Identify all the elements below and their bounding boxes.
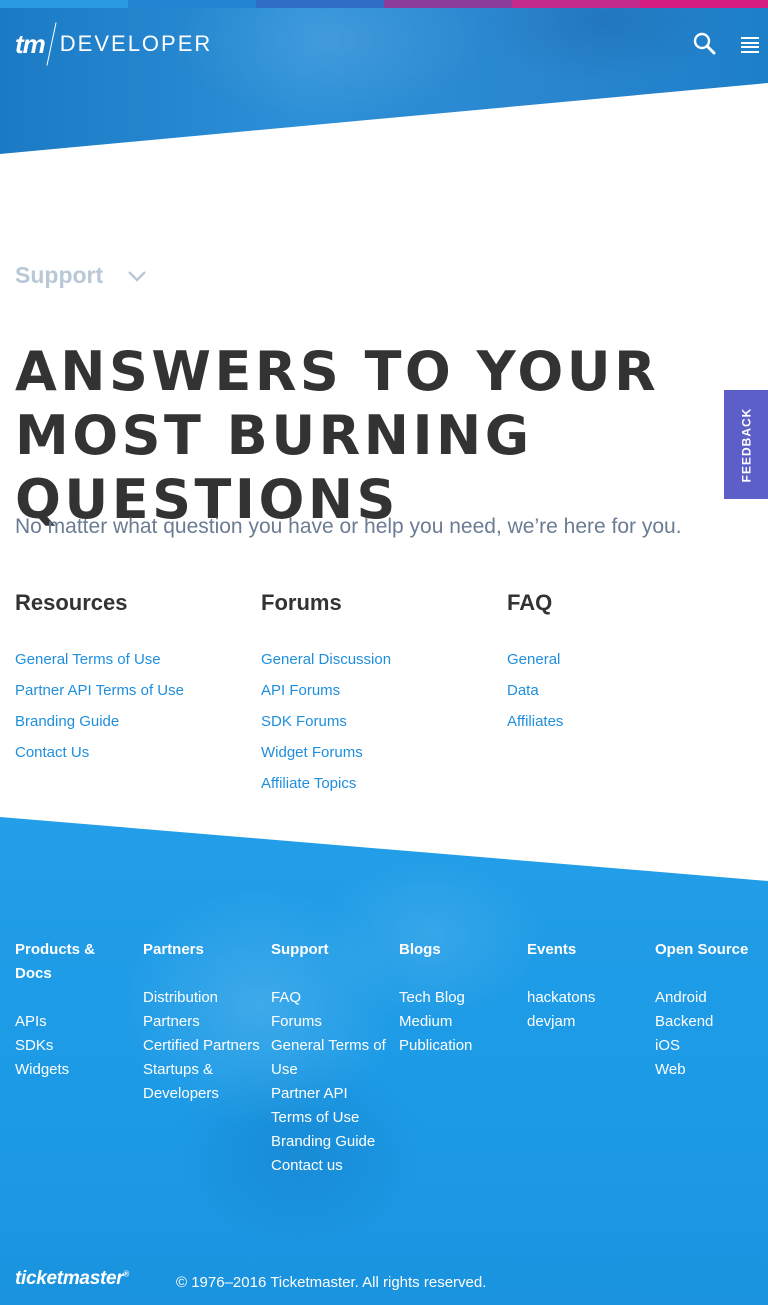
footer-column-partners: Partners Distribution Partners Certified… <box>143 938 261 1106</box>
footer-column-title: Events <box>527 941 577 958</box>
footer-link[interactable]: Tech Blog <box>399 986 517 1010</box>
logo-divider <box>46 22 57 66</box>
column-title: Forums <box>261 590 342 615</box>
footer-link[interactable]: Distribution Partners <box>143 986 261 1034</box>
strip-segment <box>384 0 512 8</box>
strip-segment <box>0 0 128 8</box>
link-api-forums[interactable]: API Forums <box>261 675 501 706</box>
footer-link[interactable]: Android <box>655 986 765 1010</box>
link-general-discussion[interactable]: General Discussion <box>261 644 501 675</box>
strip-segment <box>512 0 640 8</box>
site-footer: Products & Docs APIs SDKs Widgets Partne… <box>0 817 768 1305</box>
logo-tm: tm <box>15 28 46 59</box>
footer-column-title: Open Source <box>655 941 749 958</box>
link-faq-affiliates[interactable]: Affiliates <box>507 706 747 737</box>
faq-column: FAQ General Data Affiliates <box>507 590 747 737</box>
footer-link[interactable]: Startups & Developers <box>143 1058 261 1106</box>
link-sdk-forums[interactable]: SDK Forums <box>261 706 501 737</box>
link-general-terms[interactable]: General Terms of Use <box>15 644 255 675</box>
footer-link[interactable]: Branding Guide <box>271 1130 389 1154</box>
link-faq-general[interactable]: General <box>507 644 747 675</box>
footer-column-title: Blogs <box>399 941 441 958</box>
site-header: tm DEVELOPER <box>0 0 768 154</box>
link-partner-api-terms[interactable]: Partner API Terms of Use <box>15 675 255 706</box>
footer-link[interactable]: Web <box>655 1058 765 1082</box>
section-dropdown-label: Support <box>15 262 104 288</box>
resources-column: Resources General Terms of Use Partner A… <box>15 590 255 768</box>
column-title: Resources <box>15 590 128 615</box>
footer-column-events: Events hackatons devjam <box>527 938 645 1034</box>
developer-logo[interactable]: tm DEVELOPER <box>15 22 212 66</box>
footer-column-open-source: Open Source Android Backend iOS Web <box>655 938 765 1082</box>
logo-developer: DEVELOPER <box>59 31 213 56</box>
footer-link[interactable]: Certified Partners <box>143 1034 261 1058</box>
footer-link[interactable]: FAQ <box>271 986 389 1010</box>
footer-link[interactable]: Backend <box>655 1010 765 1034</box>
ticketmaster-logo-text: ticketmaster <box>15 1268 124 1289</box>
hamburger-menu-icon[interactable] <box>741 37 759 53</box>
link-contact-us[interactable]: Contact Us <box>15 737 255 768</box>
footer-link[interactable]: Medium Publication <box>399 1010 517 1058</box>
search-icon[interactable] <box>692 31 718 57</box>
feedback-label: FEEDBACK <box>739 407 754 482</box>
footer-link[interactable]: Partner API Terms of Use <box>271 1082 389 1130</box>
footer-link[interactable]: General Terms of Use <box>271 1034 389 1082</box>
copyright-text: © 1976–2016 Ticketmaster. All rights res… <box>176 1274 487 1291</box>
page-title: Answers to your most burning questions <box>15 340 660 531</box>
footer-column-title: Products & Docs <box>15 941 96 982</box>
brand-color-strip <box>0 0 768 8</box>
section-dropdown[interactable]: Support <box>15 262 147 289</box>
strip-segment <box>128 0 256 8</box>
footer-column-title: Support <box>271 941 329 958</box>
strip-segment <box>640 0 768 8</box>
link-affiliate-topics[interactable]: Affiliate Topics <box>261 768 501 799</box>
footer-link[interactable]: APIs <box>15 1010 133 1034</box>
column-title: FAQ <box>507 590 553 615</box>
footer-column-blogs: Blogs Tech Blog Medium Publication <box>399 938 517 1058</box>
footer-column-support: Support FAQ Forums General Terms of Use … <box>271 938 389 1178</box>
page-subtitle: No matter what question you have or help… <box>15 515 682 538</box>
ticketmaster-logo[interactable]: ticketmaster® <box>15 1268 129 1290</box>
footer-link[interactable]: Contact us <box>271 1154 389 1178</box>
strip-segment <box>256 0 384 8</box>
forums-column: Forums General Discussion API Forums SDK… <box>261 590 501 799</box>
link-branding-guide[interactable]: Branding Guide <box>15 706 255 737</box>
footer-link[interactable]: Widgets <box>15 1058 133 1082</box>
footer-link[interactable]: Forums <box>271 1010 389 1034</box>
footer-link[interactable]: devjam <box>527 1010 645 1034</box>
footer-link[interactable]: iOS <box>655 1034 765 1058</box>
footer-link[interactable]: hackatons <box>527 986 645 1010</box>
link-faq-data[interactable]: Data <box>507 675 747 706</box>
footer-link[interactable]: SDKs <box>15 1034 133 1058</box>
link-widget-forums[interactable]: Widget Forums <box>261 737 501 768</box>
chevron-down-icon <box>128 270 147 282</box>
feedback-tab[interactable]: FEEDBACK <box>724 390 768 499</box>
footer-column-title: Partners <box>143 941 204 958</box>
footer-column-products: Products & Docs APIs SDKs Widgets <box>15 938 133 1082</box>
